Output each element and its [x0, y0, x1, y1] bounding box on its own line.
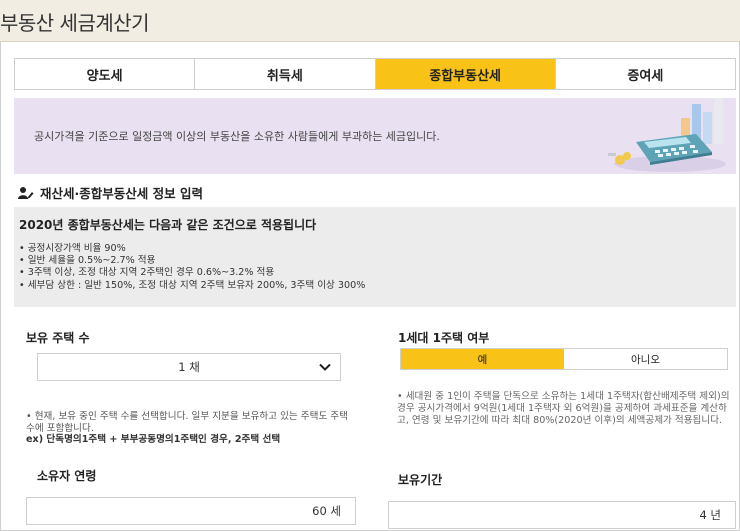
conditions-list: 공정시장가액 비율 90% 일반 세율을 0.5%~2.7% 적용 3주택 이상…	[19, 243, 366, 292]
period-label: 보유기간	[398, 473, 443, 487]
one-house-label: 1세대 1주택 여부	[398, 331, 490, 345]
section-title: 재산세·종합부동산세 정보 입력	[40, 186, 203, 201]
tab-gift-tax[interactable]: 증여세	[555, 59, 735, 89]
tab-acquisition-tax[interactable]: 취득세	[195, 59, 376, 89]
condition-item: 공정시장가액 비율 90%	[19, 243, 365, 255]
title-bar: 부동산 세금계산기	[0, 0, 740, 42]
houses-select[interactable]: 1 채	[37, 353, 341, 381]
age-input[interactable]: 60 세	[26, 497, 356, 525]
conditions-box: 2020년 종합부동산세는 다음과 같은 조건으로 적용됩니다 공정시장가액 비…	[14, 207, 736, 307]
houses-label: 보유 주택 수	[26, 331, 90, 345]
age-label: 소유자 연령	[37, 469, 97, 483]
one-house-yes-option[interactable]: 예	[401, 349, 564, 369]
houses-note-text: • 현재, 보유 중인 주택 수를 선택합니다. 일부 지분을 보유하고 있는 …	[26, 411, 348, 434]
age-value: 60 세	[312, 504, 341, 518]
tab-bar: 양도세 취득세 종합부동산세 증여세	[14, 58, 736, 90]
houses-example: ex) 단독명의1주택 + 부부공동명의1주택인 경우, 2주택 선택	[26, 434, 281, 445]
period-input[interactable]: 4 년	[388, 501, 736, 529]
page-title: 부동산 세금계산기	[0, 11, 150, 35]
user-edit-icon	[18, 186, 34, 199]
chevron-down-icon	[319, 363, 331, 371]
section-header: 재산세·종합부동산세 정보 입력	[18, 183, 203, 202]
houses-selected-value: 1 채	[178, 360, 200, 374]
period-value: 4 년	[699, 508, 721, 522]
condition-item: 3주택 이상, 조정 대상 지역 2주택인 경우 0.6%~3.2% 적용	[19, 267, 365, 279]
tab-comprehensive-property-tax[interactable]: 종합부동산세	[375, 59, 556, 89]
one-house-no-option[interactable]: 아니오	[564, 349, 727, 369]
condition-item: 세부담 상한 : 일반 150%, 조정 대상 지역 2주택 보유자 200%,…	[19, 280, 366, 292]
one-house-note: • 세대원 중 1인이 주택을 단독으로 소유하는 1세대 1주택자(합산배제주…	[397, 391, 730, 426]
conditions-heading: 2020년 종합부동산세는 다음과 같은 조건으로 적용됩니다	[19, 218, 317, 232]
calculator-illustration	[608, 98, 726, 172]
banner-text: 공시가격을 기준으로 일정금액 이상의 부동산을 소유한 사람들에게 부과하는 …	[34, 130, 440, 143]
tab-capital-gains-tax[interactable]: 양도세	[15, 59, 196, 89]
one-house-toggle: 예 아니오	[400, 348, 728, 370]
info-banner: 공시가격을 기준으로 일정금액 이상의 부동산을 소유한 사람들에게 부과하는 …	[14, 98, 736, 174]
condition-item: 일반 세율을 0.5%~2.7% 적용	[19, 255, 365, 267]
houses-note: • 현재, 보유 중인 주택 수를 선택합니다. 일부 지분을 보유하고 있는 …	[26, 411, 356, 446]
